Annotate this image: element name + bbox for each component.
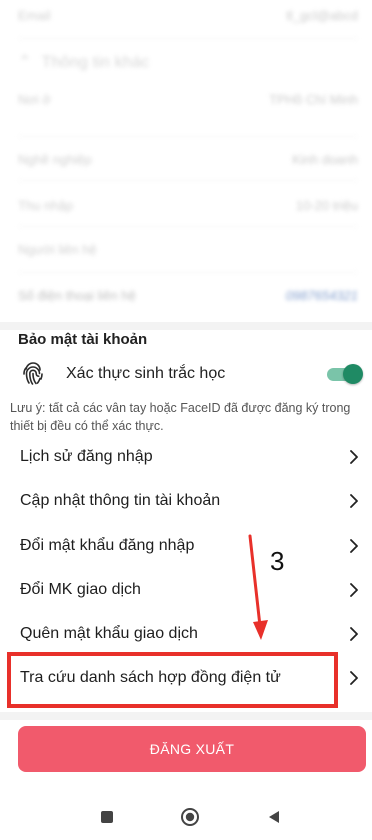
recents-icon[interactable] [101, 811, 113, 823]
divider [18, 272, 358, 273]
menu-item-login-history[interactable]: Lịch sử đăng nhập [0, 436, 372, 480]
divider [18, 226, 358, 227]
info-row-contact: Người liên hệ [18, 242, 358, 257]
info-label: Thu nhập [18, 198, 73, 213]
fingerprint-icon [23, 362, 43, 385]
info-value: Kinh doanh [292, 152, 358, 167]
info-row-job: Nghề nghiệp Kinh doanh [18, 152, 358, 167]
menu-item-update-account-info[interactable]: Cập nhật thông tin tài khoản [0, 480, 372, 524]
menu-item-label: Quên mật khẩu giao dịch [20, 625, 198, 642]
info-value: TPHồ Chí Minh [269, 92, 358, 107]
info-value: 10-20 triệu [295, 198, 358, 213]
chevron-right-icon [350, 583, 358, 597]
info-label: Nơi ở [18, 92, 51, 107]
chevron-right-icon [350, 671, 358, 685]
biometric-label: Xác thực sinh trắc học [66, 365, 226, 382]
section-title-text: Thông tin khác [41, 54, 150, 71]
info-label: Số điện thoại liên hệ [18, 288, 136, 303]
menu-item-change-login-password[interactable]: Đổi mật khẩu đăng nhập [0, 525, 372, 569]
section-divider [0, 322, 372, 330]
info-row-contact-phone: Số điện thoại liên hệ 0987654321 [18, 288, 358, 303]
back-icon[interactable] [268, 810, 280, 824]
logout-button[interactable]: ĐĂNG XUẤT [18, 726, 366, 772]
info-label: Email [18, 8, 51, 23]
chevron-right-icon [350, 539, 358, 553]
menu-item-label: Lịch sử đăng nhập [20, 448, 153, 465]
divider [18, 180, 358, 181]
menu-item-label: Cập nhật thông tin tài khoản [20, 492, 221, 509]
section-divider [0, 712, 372, 720]
security-section-title: Bảo mật tài khoản [18, 331, 148, 348]
info-label: Người liên hệ [18, 242, 97, 257]
info-row-income: Thu nhập 10-20 triệu [18, 198, 358, 213]
home-icon[interactable] [180, 807, 200, 827]
toggle-thumb [343, 364, 363, 384]
biometric-row: Xác thực sinh trắc học [0, 356, 372, 392]
info-value-link[interactable]: 0987654321 [286, 288, 358, 303]
info-row-email: Email tl_gcl@abcd [18, 8, 358, 23]
biometric-toggle[interactable] [327, 364, 363, 384]
info-label: Nghề nghiệp [18, 152, 92, 167]
menu-item-label: Đổi mật khẩu đăng nhập [20, 537, 195, 554]
chevron-right-icon [350, 450, 358, 464]
menu-item-label: Đổi MK giao dịch [20, 581, 141, 598]
menu-item-forgot-transaction-password[interactable]: Quên mật khẩu giao dịch [0, 613, 372, 657]
info-value: tl_gcl@abcd [286, 8, 358, 23]
blurred-profile-section: Email tl_gcl@abcd ⌃ Thông tin khác Nơi ở … [0, 0, 372, 322]
android-navigation-bar [0, 790, 372, 840]
menu-item-change-transaction-password[interactable]: Đổi MK giao dịch [0, 569, 372, 613]
section-title-other: ⌃ Thông tin khác [18, 52, 149, 72]
annotation-arrow-icon [248, 534, 268, 640]
annotation-highlight-box [7, 652, 338, 708]
biometric-note: Lưu ý: tất cả các vân tay hoặc FaceID đã… [10, 401, 351, 433]
chevron-right-icon [350, 494, 358, 508]
chevron-up-icon: ⌃ [18, 54, 32, 71]
info-row-address: Nơi ở TPHồ Chí Minh [18, 92, 358, 107]
divider [18, 136, 358, 137]
divider [18, 38, 358, 39]
chevron-right-icon [350, 627, 358, 641]
